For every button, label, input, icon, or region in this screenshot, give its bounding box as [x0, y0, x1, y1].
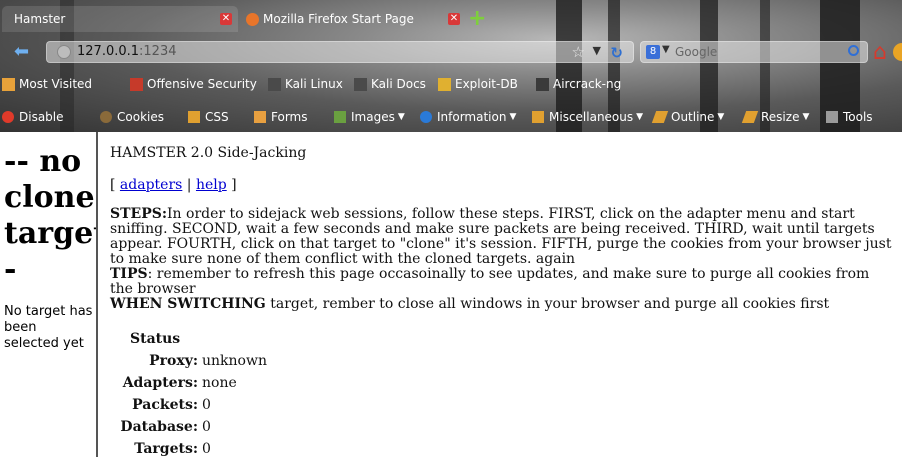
target-frame: -- no clone target -- No target has been… — [0, 132, 98, 457]
globe-icon — [57, 45, 71, 59]
tab-hamster[interactable]: Hamster ✕ — [2, 6, 238, 32]
new-tab-icon[interactable]: + — [468, 8, 486, 30]
status-row-database: Database: 0 — [120, 419, 211, 435]
status-heading: Status — [130, 331, 181, 347]
folder-icon — [2, 77, 15, 91]
clone-target-heading: -- no clone target -- — [4, 144, 98, 287]
resize-icon — [741, 111, 759, 123]
css-icon — [188, 111, 200, 123]
webdev-information[interactable]: Information ▼ — [420, 110, 516, 124]
chevron-down-icon[interactable]: ▼ — [662, 44, 670, 55]
webdev-tools[interactable]: Tools — [826, 110, 873, 124]
webdev-miscellaneous[interactable]: Miscellaneous ▼ — [532, 110, 643, 124]
tips-paragraph: TIPS: remember to refresh this page occa… — [110, 267, 892, 297]
webdev-outline[interactable]: Outline ▼ — [651, 110, 725, 124]
search-icon[interactable] — [848, 45, 859, 56]
chevron-down-icon[interactable]: ▼ — [593, 44, 601, 57]
bookmark-most-visited[interactable]: Most Visited — [2, 77, 92, 91]
reload-icon[interactable]: ↻ — [610, 44, 623, 62]
disable-icon — [2, 111, 14, 123]
nav-links: [ adapters | help ] — [110, 177, 237, 193]
images-icon — [334, 111, 346, 123]
back-arrow-icon[interactable]: ⬅ — [14, 43, 29, 61]
webdev-cookies[interactable]: Cookies — [100, 110, 164, 124]
url-text: 127.0.0.1:1234 — [77, 44, 177, 59]
webdev-images[interactable]: Images ▼ — [334, 110, 405, 124]
bookmarks-toolbar: Most Visited Offensive Security Kali Lin… — [0, 72, 902, 98]
page-content: -- no clone target -- No target has been… — [0, 132, 902, 457]
bookmark-aircrack-ng[interactable]: Aircrack-ng — [536, 77, 621, 91]
webdev-disable[interactable]: Disable — [2, 110, 64, 124]
no-target-message: No target has been selected yet — [4, 304, 93, 351]
close-tab-icon[interactable]: ✕ — [220, 13, 232, 25]
outline-icon — [651, 111, 669, 123]
status-row-adapters: Adapters: none — [122, 375, 237, 391]
page-title: HAMSTER 2.0 Side-Jacking — [110, 145, 307, 161]
home-icon[interactable]: ⌂ — [873, 40, 887, 65]
switching-text: target, rember to close all windows in y… — [265, 296, 830, 312]
tips-text: : remember to refresh this page occasoin… — [110, 266, 870, 297]
bookmark-kali-docs[interactable]: Kali Docs — [354, 77, 426, 91]
chevron-down-icon: ▼ — [397, 112, 405, 122]
tools-icon — [826, 111, 838, 123]
search-bar[interactable]: 8 ▼ Google — [640, 41, 868, 63]
cookies-icon — [100, 111, 112, 123]
adapters-link[interactable]: adapters — [120, 177, 182, 193]
help-link[interactable]: help — [196, 177, 227, 193]
steps-text: In order to sidejack web sessions, follo… — [110, 206, 892, 267]
bookmark-exploit-db[interactable]: Exploit-DB — [438, 77, 518, 91]
aircrack-icon — [536, 77, 549, 91]
status-row-targets: Targets: 0 — [134, 441, 211, 457]
kali-icon — [268, 77, 281, 91]
close-tab-icon[interactable]: ✕ — [448, 13, 460, 25]
miscellaneous-icon — [532, 111, 544, 123]
firefox-icon — [246, 12, 259, 26]
switching-paragraph: WHEN SWITCHING target, rember to close a… — [110, 297, 892, 312]
tab-firefox-start[interactable]: Mozilla Firefox Start Page ✕ — [240, 6, 465, 32]
instructions: STEPS:In order to sidejack web sessions,… — [110, 207, 892, 312]
information-icon — [420, 111, 432, 123]
webdev-resize[interactable]: Resize ▼ — [741, 110, 810, 124]
chevron-down-icon: ▼ — [802, 112, 810, 122]
navigation-bar: ⬅ 127.0.0.1:1234 ☆ ▼ ↻ 8 ▼ Google — [0, 36, 902, 68]
browser-chrome: Hamster ✕ Mozilla Firefox Start Page ✕ +… — [0, 0, 902, 132]
tab-label: Hamster — [14, 12, 66, 26]
kali-icon — [354, 77, 367, 91]
webdev-css[interactable]: CSS — [188, 110, 229, 124]
tab-label: Mozilla Firefox Start Page — [263, 12, 414, 26]
search-placeholder: Google — [675, 45, 718, 59]
bookmark-kali-linux[interactable]: Kali Linux — [268, 77, 343, 91]
chevron-down-icon: ▼ — [509, 112, 517, 122]
status-row-proxy: Proxy: unknown — [149, 353, 267, 369]
chevron-down-icon: ▼ — [636, 112, 644, 122]
steps-label: STEPS: — [110, 206, 168, 222]
steps-paragraph: STEPS:In order to sidejack web sessions,… — [110, 207, 892, 267]
url-bar[interactable]: 127.0.0.1:1234 ☆ ▼ ↻ — [46, 41, 634, 63]
bookmark-star-icon[interactable]: ☆ — [572, 43, 585, 61]
switching-label: WHEN SWITCHING — [110, 296, 266, 312]
webdev-forms[interactable]: Forms — [254, 110, 307, 124]
tips-label: TIPS — [110, 266, 148, 282]
chevron-down-icon: ▼ — [717, 112, 725, 122]
exploitdb-icon — [438, 77, 451, 91]
status-row-packets: Packets: 0 — [132, 397, 211, 413]
tab-bar: Hamster ✕ Mozilla Firefox Start Page ✕ + — [0, 0, 902, 36]
bookmark-offensive-security[interactable]: Offensive Security — [130, 77, 257, 91]
google-icon[interactable]: 8 — [646, 45, 660, 59]
offsec-icon — [130, 77, 143, 91]
forms-icon — [254, 111, 266, 123]
web-developer-toolbar: Disable Cookies CSS Forms Images ▼ Inform… — [0, 102, 902, 132]
